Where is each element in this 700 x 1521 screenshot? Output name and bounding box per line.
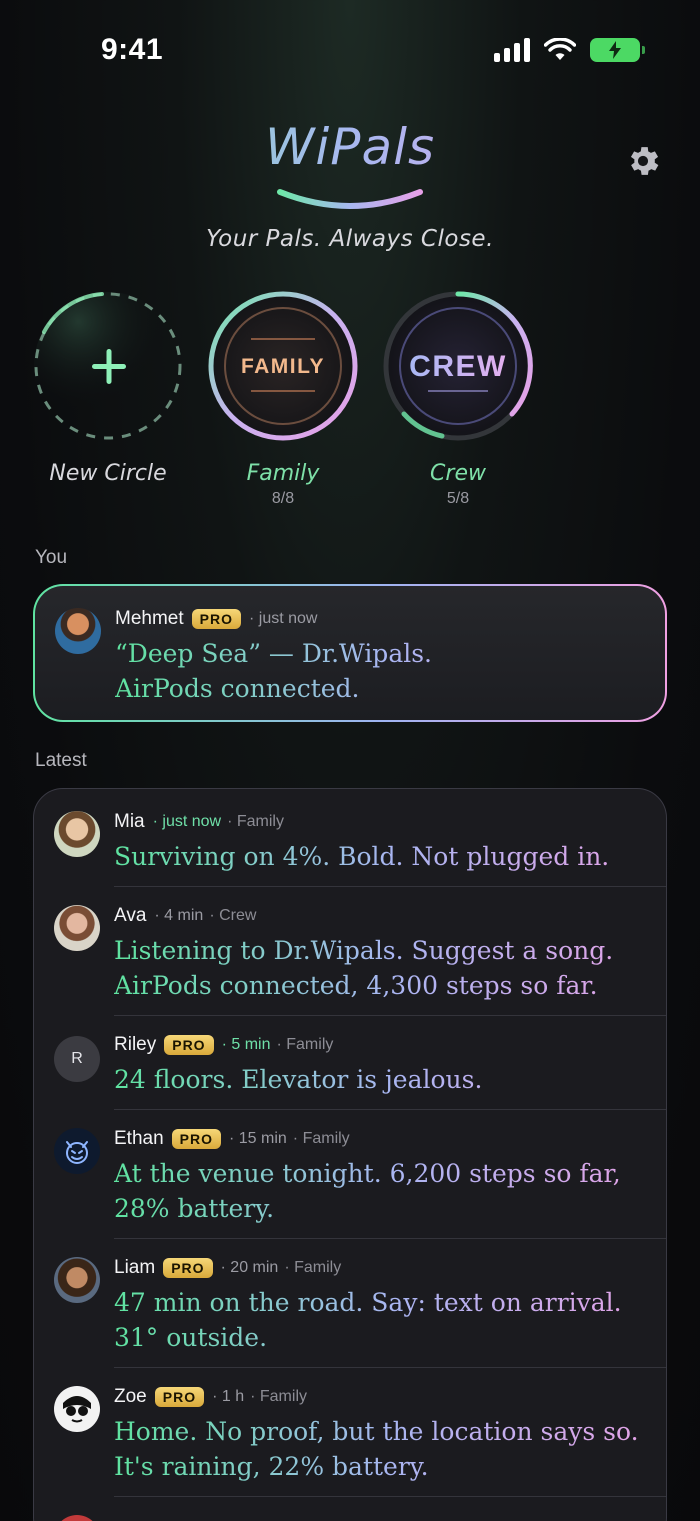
you-name: Mehmet: [115, 608, 184, 629]
cartoon-face-icon: [63, 1396, 91, 1423]
feed-time: · 15 min: [229, 1130, 287, 1147]
avatar-ethan: [54, 1128, 100, 1174]
feed-message: 47 min on the road. Say: text on arrival…: [114, 1285, 666, 1355]
you-message: “Deep Sea” — Dr.Wipals. AirPods connecte…: [115, 636, 655, 706]
feed-name: Ava: [114, 905, 147, 926]
section-latest-label: Latest: [35, 750, 87, 771]
family-badge-text: FAMILY: [241, 355, 325, 378]
you-meta: Mehmet PRO · just now: [115, 606, 655, 632]
feed-time: · 20 min: [220, 1259, 279, 1276]
logo-smile-icon: [277, 189, 423, 209]
new-circle-ring: [34, 292, 182, 440]
feed-time: · 5 min: [221, 1036, 271, 1053]
avatar-mehmet: [55, 608, 101, 654]
feed-message: Home. No proof, but the location says so…: [114, 1414, 666, 1484]
feed-item[interactable]: Zoe PRO · 1 h · Family Home. No proof, b…: [54, 1368, 666, 1497]
feed-group: · Family: [250, 1388, 307, 1405]
status-time: 9:41: [101, 33, 164, 66]
feed-name: Mia: [114, 811, 145, 832]
you-time: · just now: [248, 610, 318, 627]
app-tagline: Your Pals. Always Close.: [206, 226, 494, 252]
new-circle-label: New Circle: [49, 461, 167, 486]
section-you-label: You: [35, 547, 68, 568]
feed-group: · Family: [227, 813, 284, 830]
crew-badge-text: CREW: [409, 350, 507, 383]
new-circle-button[interactable]: New Circle: [32, 290, 184, 486]
feed-group: · Family: [276, 1036, 334, 1053]
pro-badge: PRO: [191, 609, 241, 629]
avatar-zoe: [54, 1386, 100, 1432]
status-icons: [494, 38, 645, 62]
feed-item[interactable]: Ethan PRO · 15 min · Family At the venue…: [54, 1110, 666, 1239]
feed-message: At the venue tonight. 6,200 steps so far…: [114, 1156, 666, 1226]
pro-badge: PRO: [171, 1129, 221, 1149]
battery-icon: [590, 38, 645, 62]
avatar-liam: [54, 1257, 100, 1303]
feed-message: 24 floors. Elevator is jealous.: [114, 1062, 666, 1097]
devil-face-icon: [66, 1141, 88, 1164]
family-label: Family: [246, 461, 320, 486]
feed-item[interactable]: R Riley PRO · 5 min · Family 24 floors. …: [54, 1016, 666, 1110]
wifi-icon: [544, 38, 576, 60]
feed-name: Riley: [114, 1034, 157, 1055]
signal-icon: [494, 38, 530, 62]
feed-time: · 4 min: [154, 907, 204, 924]
latest-feed: Mia · just now · Family Surviving on 4%.…: [33, 788, 667, 1521]
avatar-partial: [54, 1515, 100, 1521]
feed-item[interactable]: Liam PRO · 20 min · Family 47 min on the…: [54, 1239, 666, 1368]
pro-badge: PRO: [154, 1387, 205, 1407]
feed-message: Listening to Dr.Wipals. Suggest a song. …: [114, 933, 666, 1003]
feed-item[interactable]: Ava · 4 min · Crew Listening to Dr.Wipal…: [54, 887, 666, 1016]
crew-ring: CREW: [383, 291, 533, 441]
feed-item-partial[interactable]: [54, 1497, 666, 1521]
app-header: WiPals: [0, 118, 700, 176]
feed-group: · Family: [292, 1130, 350, 1147]
avatar-riley: R: [54, 1036, 100, 1082]
feed-name: Zoe: [114, 1386, 147, 1407]
settings-gear-icon[interactable]: [624, 142, 662, 180]
feed-time: · 1 h: [212, 1388, 245, 1405]
circle-crew[interactable]: CREW Crew 5/8: [382, 290, 534, 508]
circles-row: New Circle FAMILY Family 8/8 CREW Crew 5…: [0, 290, 700, 520]
family-count: 8/8: [271, 490, 295, 507]
feed-message: Surviving on 4%. Bold. Not plugged in.: [114, 839, 666, 874]
feed-name: Liam: [114, 1257, 156, 1278]
crew-count: 5/8: [446, 490, 470, 507]
feed-name: Ethan: [114, 1128, 164, 1149]
circle-family[interactable]: FAMILY Family 8/8: [207, 290, 359, 508]
avatar-ava: [54, 905, 100, 951]
pro-badge: PRO: [164, 1035, 214, 1055]
status-bar: 9:41: [0, 0, 700, 100]
pro-badge: PRO: [163, 1258, 213, 1278]
family-ring: FAMILY: [208, 291, 358, 441]
feed-item[interactable]: Mia · just now · Family Surviving on 4%.…: [54, 789, 666, 887]
app-logo: WiPals: [0, 118, 700, 176]
avatar-mia: [54, 811, 100, 857]
crew-label: Crew: [430, 461, 486, 486]
feed-group: · Family: [284, 1259, 342, 1276]
you-status-card[interactable]: Mehmet PRO · just now “Deep Sea” — Dr.Wi…: [33, 584, 667, 722]
feed-time: · just now: [152, 813, 222, 830]
feed-group: · Crew: [209, 907, 257, 924]
